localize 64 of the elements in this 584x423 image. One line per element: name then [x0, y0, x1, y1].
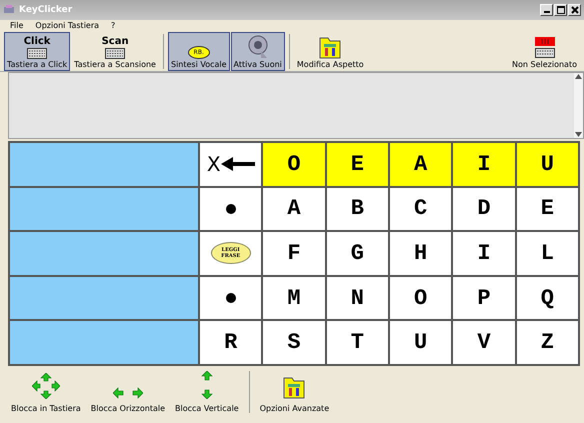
- key-cell[interactable]: M: [262, 276, 326, 320]
- toolbar-button[interactable]: Attiva Suoni: [230, 32, 285, 72]
- left-arrow-icon: [220, 156, 255, 172]
- key-cell[interactable]: C: [388, 186, 452, 232]
- menu-item[interactable]: ?: [111, 21, 116, 30]
- folder-tools-icon: [317, 35, 344, 60]
- key-cell[interactable]: F: [262, 231, 326, 276]
- down-arrow-icon: [575, 132, 582, 137]
- key-cell[interactable]: E: [326, 142, 389, 187]
- four-arrows-icon: [32, 373, 60, 399]
- key-cell[interactable]: I: [452, 231, 516, 276]
- key-cell[interactable]: Q: [516, 276, 579, 320]
- key-cell[interactable]: I: [452, 142, 516, 187]
- key-cell[interactable]: L: [516, 231, 579, 276]
- key-cell[interactable]: O: [388, 276, 452, 320]
- app-icon: [3, 4, 15, 16]
- dot-icon: [226, 204, 236, 214]
- key-cell[interactable]: A: [262, 186, 326, 232]
- key-cell[interactable]: S: [262, 320, 326, 365]
- toolbar-button[interactable]: Click Tastiera a Click: [4, 32, 70, 72]
- up-arrow-icon: [575, 74, 582, 80]
- menu-item[interactable]: File: [10, 21, 24, 30]
- toolbar-button[interactable]: Blocca Orizzontale: [88, 369, 168, 415]
- close-button[interactable]: [568, 4, 581, 16]
- minimize-button[interactable]: [540, 4, 553, 16]
- maximize-button[interactable]: [554, 4, 567, 16]
- key-cell[interactable]: U: [388, 320, 452, 365]
- key-cell[interactable]: P: [452, 276, 516, 320]
- keyboard-icon: [27, 48, 48, 60]
- toolbar-button[interactable]: Opzioni Avanzate: [256, 369, 332, 415]
- key-cell[interactable]: G: [326, 231, 389, 276]
- toolbar-button[interactable]: Blocca in Tastiera: [8, 369, 84, 415]
- status-button[interactable]: Non Selezionato: [509, 32, 580, 72]
- key-cell[interactable]: [199, 186, 262, 232]
- key-cell[interactable]: H: [388, 231, 452, 276]
- toolbar-button[interactable]: Blocca Verticale: [172, 369, 242, 415]
- keyboard-icon: [534, 37, 555, 60]
- window-title: KeyClicker: [19, 4, 72, 15]
- minimize-icon: [544, 11, 550, 14]
- key-cell[interactable]: T: [326, 320, 389, 365]
- key-cell[interactable]: V: [452, 320, 516, 365]
- key-cell[interactable]: U: [516, 142, 579, 187]
- folder-tools-icon: [281, 375, 308, 399]
- toolbar-button[interactable]: Modifica Aspetto: [294, 32, 367, 72]
- key-cell[interactable]: Z: [516, 320, 579, 365]
- key-cell[interactable]: E: [516, 186, 579, 232]
- speaker-icon: [246, 35, 269, 60]
- key-cell[interactable]: D: [452, 186, 516, 232]
- toolbar-button[interactable]: Scan Tastiera a Scansione: [71, 32, 159, 72]
- key-cell[interactable]: A: [388, 142, 452, 187]
- key-cell[interactable]: R: [199, 320, 262, 365]
- key-cell[interactable]: N: [326, 276, 389, 320]
- key-cell[interactable]: B: [326, 186, 389, 232]
- maximize-icon: [556, 6, 564, 14]
- close-icon: [570, 6, 578, 14]
- menu-item[interactable]: Opzioni Tastiera: [35, 21, 100, 30]
- dot-icon: [226, 293, 236, 304]
- key-cell[interactable]: [199, 276, 262, 320]
- key-cell[interactable]: X: [199, 142, 262, 187]
- keyboard-icon: [105, 48, 126, 60]
- vertical-arrows-icon: [200, 371, 213, 399]
- key-cell[interactable]: O: [262, 142, 326, 187]
- scrollbar[interactable]: [574, 73, 583, 138]
- horizontal-arrows-icon: [112, 387, 143, 399]
